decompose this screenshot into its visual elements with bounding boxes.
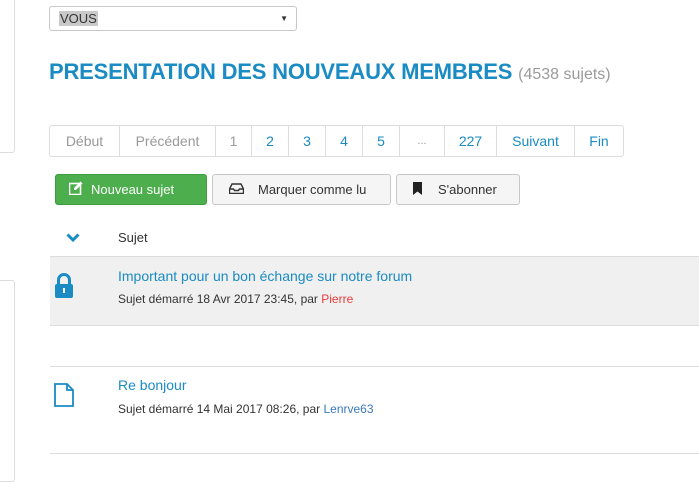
page-1[interactable]: 1 [215, 126, 251, 156]
separator-row [50, 326, 699, 367]
mark-read-button[interactable]: Marquer comme lu [212, 174, 391, 205]
inbox-icon [228, 182, 245, 197]
topic-author-link[interactable]: Pierre [321, 292, 353, 306]
page-3[interactable]: 3 [288, 126, 325, 156]
list-header: Sujet [0, 222, 699, 256]
page-next[interactable]: Suivant [496, 126, 574, 156]
bookmark-icon [413, 181, 422, 198]
topic-meta: Sujet démarré 18 Avr 2017 23:45, par Pie… [118, 292, 353, 306]
forum-title-text: PRESENTATION DES NOUVEAUX MEMBRES [49, 59, 513, 84]
page-ellipsis: ... [399, 126, 444, 156]
subscribe-label: S'abonner [438, 182, 497, 197]
topic-meta-text: Sujet démarré 14 Mai 2017 08:26, par [118, 402, 324, 416]
edit-icon [68, 181, 83, 198]
page-4[interactable]: 4 [325, 126, 362, 156]
filter-select[interactable]: VOUS ▼ [49, 6, 297, 31]
subscribe-button[interactable]: S'abonner [396, 174, 520, 205]
page-prev[interactable]: Précédent [119, 126, 215, 156]
topic-author-link[interactable]: Lenrve63 [323, 402, 373, 416]
topic-row: Re bonjour Sujet démarré 14 Mai 2017 08:… [50, 367, 699, 454]
topic-meta-text: Sujet démarré 18 Avr 2017 23:45, par [118, 292, 322, 306]
page-227[interactable]: 227 [444, 126, 496, 156]
page-last[interactable]: Fin [574, 126, 623, 156]
new-topic-label: Nouveau sujet [91, 182, 175, 197]
new-topic-button[interactable]: Nouveau sujet [55, 174, 207, 205]
dropdown-arrow-icon: ▼ [280, 14, 288, 23]
document-icon [54, 383, 74, 412]
topic-row: Important pour un bon échange sur notre … [50, 256, 699, 326]
topic-title-link[interactable]: Re bonjour [118, 377, 187, 393]
page-first[interactable]: Début [50, 126, 119, 156]
chevron-down-icon[interactable] [66, 230, 80, 248]
page-5[interactable]: 5 [362, 126, 399, 156]
lock-icon [54, 273, 74, 304]
subject-column-header[interactable]: Sujet [118, 230, 148, 245]
topic-title-link[interactable]: Important pour un bon échange sur notre … [118, 268, 412, 284]
topic-meta: Sujet démarré 14 Mai 2017 08:26, par Len… [118, 402, 374, 416]
topic-count: (4538 sujets) [518, 66, 611, 83]
mark-read-label: Marquer comme lu [258, 182, 367, 197]
left-panel-bottom [0, 280, 15, 482]
filter-select-value: VOUS [59, 11, 98, 26]
pagination: Début Précédent 1 2 3 4 5 ... 227 Suivan… [49, 125, 624, 157]
page-2[interactable]: 2 [251, 126, 288, 156]
left-panel-top [0, 0, 15, 153]
forum-title: PRESENTATION DES NOUVEAUX MEMBRES (4538 … [49, 59, 611, 85]
